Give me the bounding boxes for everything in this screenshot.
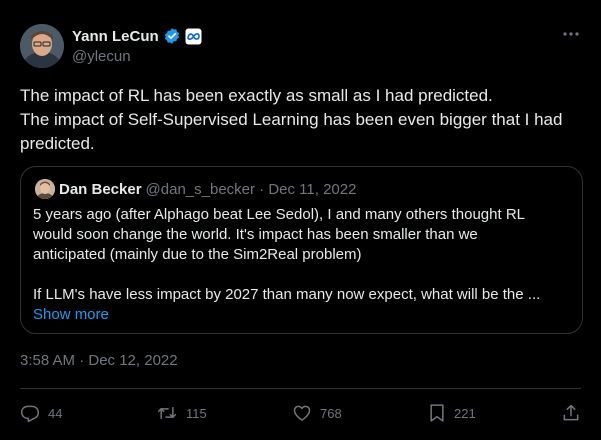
author-handle[interactable]: @ylecun [72,48,202,65]
tweet-text: The impact of RL has been exactly as sma… [20,84,590,156]
tweet-text-line: The impact of Self-Supervised Learning h… [20,110,563,129]
like-button[interactable]: 768 [292,398,342,428]
quoted-tweet[interactable]: Dan Becker @dan_s_becker · Dec 11, 2022 … [20,166,583,334]
meta-logo-icon[interactable] [185,28,202,45]
quoted-text-line: 5 years ago (after Alphago beat Lee Sedo… [33,206,525,223]
retweet-button[interactable]: 115 [156,398,207,428]
share-icon [563,404,579,421]
verified-badge-icon [163,27,181,45]
reply-icon [20,405,40,423]
bookmark-icon [430,404,444,422]
heart-icon [293,405,311,421]
quoted-author-meta: @dan_s_becker · Dec 11, 2022 [145,180,357,198]
action-bar: 44 115 768 221 [20,398,581,428]
quoted-tweet-header: Dan Becker @dan_s_becker · Dec 11, 2022 [35,179,356,199]
show-more-link[interactable]: Show more [33,305,573,325]
more-options-button[interactable] [559,22,583,46]
quoted-author-avatar [35,179,55,199]
author-name-row: Yann LeCun [72,26,202,46]
retweet-count: 115 [186,405,207,421]
author-info: Yann LeCun @ylecun [72,26,202,65]
quoted-text-line [33,265,573,285]
quoted-text-line: anticipated (mainly due to the Sim2Real … [33,246,362,263]
bookmark-count: 221 [454,405,476,421]
divider [20,388,581,389]
author-display-name[interactable]: Yann LeCun [72,28,159,45]
bookmark-button[interactable]: 221 [428,398,476,428]
reply-button[interactable]: 44 [20,398,62,428]
quoted-tweet-text: 5 years ago (after Alphago beat Lee Sedo… [33,205,573,325]
tweet-timestamp[interactable]: 3:58 AM · Dec 12, 2022 [20,352,178,369]
retweet-icon [157,407,177,419]
share-button[interactable] [561,398,581,428]
quoted-author-name: Dan Becker [59,180,142,198]
reply-count: 44 [48,405,63,421]
tweet-text-line: The impact of RL has been exactly as sma… [20,86,493,105]
quoted-text-line: would soon change the world. It's impact… [33,226,478,243]
more-dots-icon [563,32,579,36]
tweet-text-line: predicted. [20,134,95,153]
quoted-text-line: If LLM's have less impact by 2027 than m… [33,286,541,303]
author-avatar[interactable] [20,24,64,68]
like-count: 768 [320,405,342,421]
